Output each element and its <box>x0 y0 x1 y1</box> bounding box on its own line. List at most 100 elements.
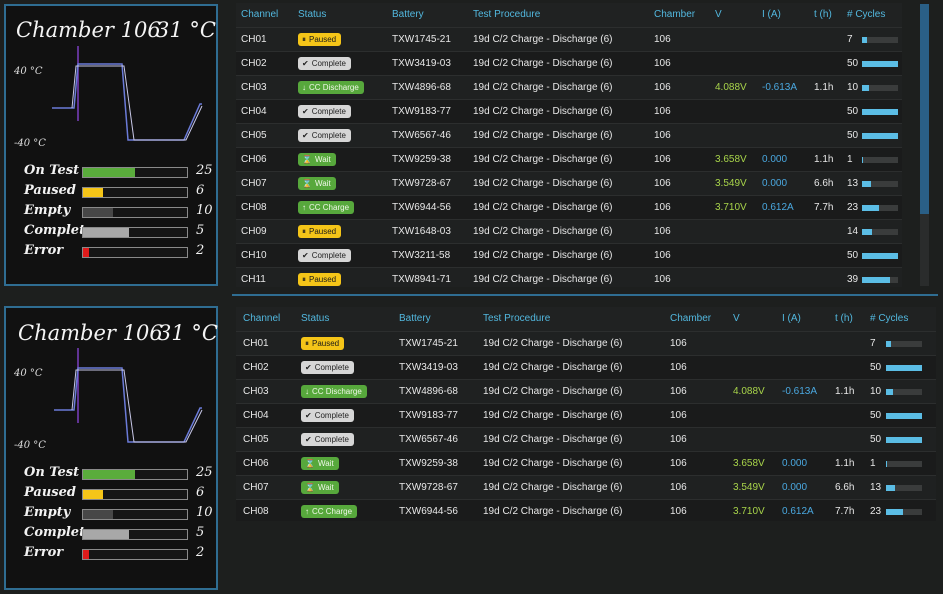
procedure-cell: 19d C/2 Charge - Discharge (6) <box>483 482 623 493</box>
stat-label: Paused <box>24 485 76 500</box>
battery-cell: TXW4896-68 <box>399 386 458 397</box>
procedure-cell: 19d C/2 Charge - Discharge (6) <box>473 202 613 213</box>
battery-cell: TXW1648-03 <box>392 226 451 237</box>
table-row[interactable]: CH04 ✔ Complete TXW9183-77 19d C/2 Charge - … <box>236 99 902 124</box>
stat-value: 25 <box>196 465 213 480</box>
cycles-count: 50 <box>870 410 882 421</box>
column-header-chamber[interactable]: Chamber <box>670 313 711 324</box>
procedure-cell: 19d C/2 Charge - Discharge (6) <box>473 130 613 141</box>
table-row[interactable]: CH01 ⏸ Paused TXW1745-21 19d C/2 Charge - Di… <box>236 331 936 356</box>
battery-cell: TXW8941-71 <box>392 274 451 285</box>
table-row[interactable]: CH08 ↑ CC Charge TXW6944-56 19d C/2 Charge -… <box>236 195 902 220</box>
cycles-bar <box>886 485 922 491</box>
stat-value: 2 <box>196 243 205 258</box>
stat-bar <box>82 207 188 218</box>
column-header-status[interactable]: Status <box>301 313 329 324</box>
status-badge: ✔ Complete <box>298 249 351 262</box>
status-label: Complete <box>314 435 349 444</box>
table-row[interactable]: CH10 ✔ Complete TXW3211-58 19d C/2 Charge - … <box>236 243 902 268</box>
status-icon: ↑ <box>302 203 306 212</box>
cycles-count: 1 <box>870 458 876 469</box>
table-row[interactable]: CH03 ↓ CC Discharge TXW4896-68 19d C/2 Charg… <box>236 379 936 404</box>
current-cell: 0.612A <box>762 202 794 213</box>
table-row[interactable]: CH03 ↓ CC Discharge TXW4896-68 19d C/2 Charg… <box>236 75 902 100</box>
column-header-status[interactable]: Status <box>298 9 326 20</box>
channel-table-bottom: Channel Status Battery Test Procedure Chambe… <box>236 307 936 521</box>
channel-cell: CH08 <box>243 506 269 517</box>
table-row[interactable]: CH06 ⌛ Wait TXW9259-38 19d C/2 Charge - Disc… <box>236 451 936 476</box>
table-row[interactable]: CH08 ↑ CC Charge TXW6944-56 19d C/2 Charge -… <box>236 499 936 521</box>
stat-bar-fill <box>83 188 103 197</box>
status-badge: ↓ CC Discharge <box>301 385 367 398</box>
battery-cell: TXW9183-77 <box>399 410 458 421</box>
battery-cell: TXW9183-77 <box>392 106 451 117</box>
column-header-chamber[interactable]: Chamber <box>654 9 695 20</box>
stat-row: Complete 5 <box>6 525 216 543</box>
channel-cell: CH08 <box>241 202 267 213</box>
status-badge: ✔ Complete <box>301 433 354 446</box>
table-row[interactable]: CH04 ✔ Complete TXW9183-77 19d C/2 Charge - … <box>236 403 936 428</box>
stat-value: 6 <box>196 485 205 500</box>
table-row[interactable]: CH07 ⌛ Wait TXW9728-67 19d C/2 Charge - Disc… <box>236 475 936 500</box>
chamber-cell: 106 <box>670 338 687 349</box>
scrollbar-thumb[interactable] <box>920 4 929 214</box>
status-icon: ⏸ <box>302 227 306 236</box>
column-header-time[interactable]: t (h) <box>835 313 853 324</box>
table-row[interactable]: CH05 ✔ Complete TXW6567-46 19d C/2 Charge - … <box>236 427 936 452</box>
table-header: Channel Status Battery Test Procedure Chambe… <box>236 307 936 331</box>
table-row[interactable]: CH02 ✔ Complete TXW3419-03 19d C/2 Charge - … <box>236 51 902 76</box>
current-cell: -0.613A <box>762 82 798 93</box>
column-header-battery[interactable]: Battery <box>399 313 431 324</box>
table-row[interactable]: CH11 ⏸ Paused TXW8941-71 19d C/2 Charge - Di… <box>236 267 902 287</box>
cycles-count: 14 <box>847 226 859 237</box>
cycles-count: 23 <box>870 506 882 517</box>
column-header-procedure[interactable]: Test Procedure <box>483 313 550 324</box>
channel-cell: CH03 <box>243 386 269 397</box>
column-header-voltage[interactable]: V <box>733 313 740 324</box>
column-header-current[interactable]: I (A) <box>782 313 801 324</box>
chamber-cell: 106 <box>670 434 687 445</box>
chamber-cell: 106 <box>654 106 671 117</box>
status-icon: ✔ <box>302 131 309 140</box>
status-icon: ⏸ <box>305 339 309 348</box>
cycles-bar <box>862 37 898 43</box>
column-header-battery[interactable]: Battery <box>392 9 424 20</box>
column-header-time[interactable]: t (h) <box>814 9 832 20</box>
status-label: CC Discharge <box>309 83 359 92</box>
table-row[interactable]: CH01 ⏸ Paused TXW1745-21 19d C/2 Charge - Di… <box>236 27 902 52</box>
battery-cell: TXW9728-67 <box>392 178 451 189</box>
stat-value: 5 <box>196 223 205 238</box>
table-scrollbar[interactable] <box>920 4 929 286</box>
table-row[interactable]: CH06 ⌛ Wait TXW9259-38 19d C/2 Charge - Disc… <box>236 147 902 172</box>
status-icon: ✔ <box>302 107 309 116</box>
column-header-channel[interactable]: Channel <box>243 313 280 324</box>
chamber-cell: 106 <box>654 154 671 165</box>
status-label: Complete <box>314 363 349 372</box>
table-row[interactable]: CH09 ⏸ Paused TXW1648-03 19d C/2 Charge - Di… <box>236 219 902 244</box>
status-label: Wait <box>314 155 331 164</box>
cycles-bar <box>862 277 898 283</box>
column-header-channel[interactable]: Channel <box>241 9 278 20</box>
cycles-bar-fill <box>886 485 896 491</box>
table-row[interactable]: CH05 ✔ Complete TXW6567-46 19d C/2 Charge - … <box>236 123 902 148</box>
cycles-count: 7 <box>847 34 853 45</box>
cycles-count: 1 <box>847 154 853 165</box>
column-header-cycles[interactable]: # Cycles <box>847 9 885 20</box>
column-header-voltage[interactable]: V <box>715 9 722 20</box>
status-icon: ↓ <box>302 83 306 92</box>
table-row[interactable]: CH02 ✔ Complete TXW3419-03 19d C/2 Charge - … <box>236 355 936 380</box>
stat-row: Error 2 <box>6 243 216 261</box>
column-header-current[interactable]: I (A) <box>762 9 781 20</box>
status-icon: ↓ <box>305 387 309 396</box>
column-header-procedure[interactable]: Test Procedure <box>473 9 540 20</box>
column-header-cycles[interactable]: # Cycles <box>870 313 908 324</box>
channel-cell: CH06 <box>243 458 269 469</box>
cycles-bar <box>862 229 898 235</box>
cycles-count: 10 <box>870 386 882 397</box>
stat-row: Paused 6 <box>6 183 216 201</box>
stat-value: 6 <box>196 183 205 198</box>
chamber-cell: 106 <box>654 250 671 261</box>
status-icon: ⌛ <box>302 179 312 188</box>
status-icon: ✔ <box>305 435 312 444</box>
table-row[interactable]: CH07 ⌛ Wait TXW9728-67 19d C/2 Charge - Disc… <box>236 171 902 196</box>
